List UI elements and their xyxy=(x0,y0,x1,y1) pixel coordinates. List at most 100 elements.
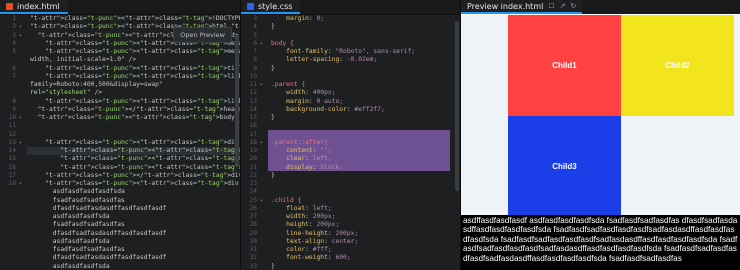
code-line: 15 "t-attr">class="t-punc"><"t-attr">cla… xyxy=(0,155,240,163)
line-number: 9 xyxy=(253,64,257,72)
line-number: 29 xyxy=(249,229,257,237)
code-text: "t-attr">class="t-punc"><"t-attr">class=… xyxy=(45,64,240,72)
code-line: 22} xyxy=(241,172,460,180)
code-line: dfasdfsadfasdasdffasdfasdfasdf xyxy=(0,205,240,213)
external-link-icon[interactable]: ↗ xyxy=(560,2,566,10)
code-text: "t-attr">class="t-punc"><"t-attr">class=… xyxy=(45,97,240,105)
code-line: 6 "t-attr">class="t-punc"><"t-attr">clas… xyxy=(0,65,240,73)
code-text: } xyxy=(271,262,275,270)
code-text: text-align: center; xyxy=(286,237,359,245)
code-text: fsadfasdfsadfasdfas xyxy=(30,221,125,229)
code-line: 1 "t-attr">class="t-punc"><"t-attr">class… xyxy=(0,15,240,23)
code-text: height: 200px; xyxy=(286,221,340,229)
code-line: 17 xyxy=(241,131,460,139)
code-line: 7 "t-attr">class="t-punc"><"t-attr">clas… xyxy=(0,73,240,81)
line-number: 10 xyxy=(249,72,257,80)
code-line: 17 "t-attr">class="t-punc"></"t-attr">cl… xyxy=(0,172,240,180)
fold-arrow-icon[interactable]: ▾ xyxy=(260,197,263,205)
html-code-editor[interactable]: 1 "t-attr">class="t-punc"><"t-attr">class… xyxy=(0,15,240,270)
code-line: 14 background-color: #eff2f7; xyxy=(241,106,460,114)
line-number xyxy=(0,56,16,64)
code-line: asdfasdfasdfsda xyxy=(0,263,240,270)
code-text: asdfasdfasdfsda xyxy=(30,262,110,270)
open-preview-button[interactable]: Open Preview xyxy=(173,27,232,43)
fold-arrow-icon[interactable]: ▾ xyxy=(19,180,22,188)
line-number: 21 xyxy=(249,163,257,171)
html-scrollbar[interactable] xyxy=(235,35,239,165)
preview-tab-label: Preview index.html xyxy=(467,1,544,11)
line-number: 25 xyxy=(249,196,257,204)
preview-parent-box: Child1 Child2 Child3 xyxy=(461,15,740,217)
refresh-icon[interactable]: ↻ xyxy=(571,2,577,10)
code-line: width, initial-scale=1.0" /> xyxy=(0,56,240,64)
line-number: 11 xyxy=(249,81,257,88)
css-tabbar: style.css xyxy=(241,0,460,15)
line-number: 33 xyxy=(249,262,257,270)
code-line: 25 ▾ .child { xyxy=(241,197,460,205)
line-number: 32 xyxy=(249,254,257,262)
code-text: margin: 0 auto; xyxy=(286,97,344,105)
fold-arrow-icon[interactable]: ▾ xyxy=(19,23,22,31)
fold-arrow-icon[interactable]: ▾ xyxy=(260,139,263,147)
code-line: 33} xyxy=(241,263,460,270)
line-number: 13 xyxy=(8,138,16,146)
tab-preview[interactable]: Preview index.html ☐ ↗ ↻ xyxy=(461,0,583,14)
code-line: 13 margin: 0 auto; xyxy=(241,98,460,106)
line-number: 27 xyxy=(249,213,257,220)
fold-arrow-icon[interactable]: ▾ xyxy=(19,32,22,40)
code-line: 9 "t-attr">class="t-punc"></"t-attr">cla… xyxy=(0,106,240,114)
code-text: "t-attr">class="t-punc"></"t-attr">class… xyxy=(45,171,240,179)
child2-box: Child2 xyxy=(621,15,734,116)
code-line: fsadfasdfsadfasdfas xyxy=(0,246,240,254)
code-text: rel="stylesheet" /> xyxy=(30,89,103,97)
code-line: 13 ▾ "t-attr">class="t-punc"><"t-attr">cl… xyxy=(0,139,240,147)
code-text: "t-attr">class="t-punc"><"t-attr">class=… xyxy=(45,72,240,80)
code-text: dfasdfsadfasdasdffasdfasdfasdf xyxy=(30,254,167,262)
line-number: 4 xyxy=(12,39,16,47)
line-number xyxy=(0,254,16,262)
code-text: asdfasdfasdfsda xyxy=(30,213,110,220)
line-number xyxy=(0,197,16,205)
code-line: 16 xyxy=(241,122,460,130)
child3-box: Child3 xyxy=(508,116,621,217)
line-number: 5 xyxy=(12,48,16,55)
code-text: "t-attr">class="t-punc"><"t-attr">class=… xyxy=(45,138,239,146)
css-scrollbar[interactable] xyxy=(455,21,459,191)
line-number: 15 xyxy=(249,114,257,121)
code-line: dfasdfsadfasdasdffasdfasdfasdf xyxy=(0,230,240,238)
lock-icon[interactable]: ☐ xyxy=(548,2,554,10)
line-number: 24 xyxy=(249,188,257,196)
code-text: "t-attr">class="t-punc"><"t-attr">class=… xyxy=(60,155,240,163)
fold-arrow-icon[interactable]: ▾ xyxy=(19,139,22,147)
code-text: "t-attr">class="t-punc"><"t-attr">class=… xyxy=(37,114,239,121)
fold-arrow-icon[interactable]: ▾ xyxy=(260,40,263,48)
code-line: 16 "t-attr">class="t-punc"><"t-attr">cla… xyxy=(0,164,240,172)
code-text: "t-attr">class="t-punc"><"t-attr">class=… xyxy=(45,180,239,187)
code-line: 31 color: #fff; xyxy=(241,246,460,254)
tab-index-html[interactable]: index.html xyxy=(0,0,68,14)
line-number: 6 xyxy=(253,39,257,47)
code-text: fsadfasdfsadfasdfas xyxy=(30,246,125,253)
code-text: } xyxy=(271,171,275,179)
code-line: 5 "t-attr">class="t-punc"><"t-attr">clas… xyxy=(0,48,240,56)
line-number: 13 xyxy=(249,97,257,105)
fold-arrow-icon[interactable]: ▾ xyxy=(19,114,22,122)
line-number: 4 xyxy=(253,23,257,31)
code-text: fsadfasdfsadfasdfas xyxy=(30,196,125,204)
line-number xyxy=(0,263,16,270)
line-number: 7 xyxy=(12,72,16,80)
line-number: 16 xyxy=(8,163,16,171)
line-number: 1 xyxy=(12,15,16,22)
line-number: 8 xyxy=(12,97,16,105)
fold-arrow-icon[interactable]: ▾ xyxy=(260,81,263,89)
code-text: width, initial-scale=1.0" /> xyxy=(30,56,137,64)
line-number: 3 xyxy=(12,31,16,39)
css-code-editor[interactable]: 3 margin: 0; 4} 5 6 ▾ body {7 font-family: "R… xyxy=(241,15,460,270)
code-line: 19 content: ""; xyxy=(241,147,460,155)
code-text: asdfasdfasdfasdfsda xyxy=(30,188,125,196)
code-line: 32 font-weight: 600; xyxy=(241,254,460,262)
line-number xyxy=(0,246,16,254)
html-tabbar: index.html xyxy=(0,0,240,15)
code-line: 10 ▾ "t-attr">class="t-punc"><"t-attr">cl… xyxy=(0,114,240,122)
tab-style-css[interactable]: style.css xyxy=(241,0,301,14)
